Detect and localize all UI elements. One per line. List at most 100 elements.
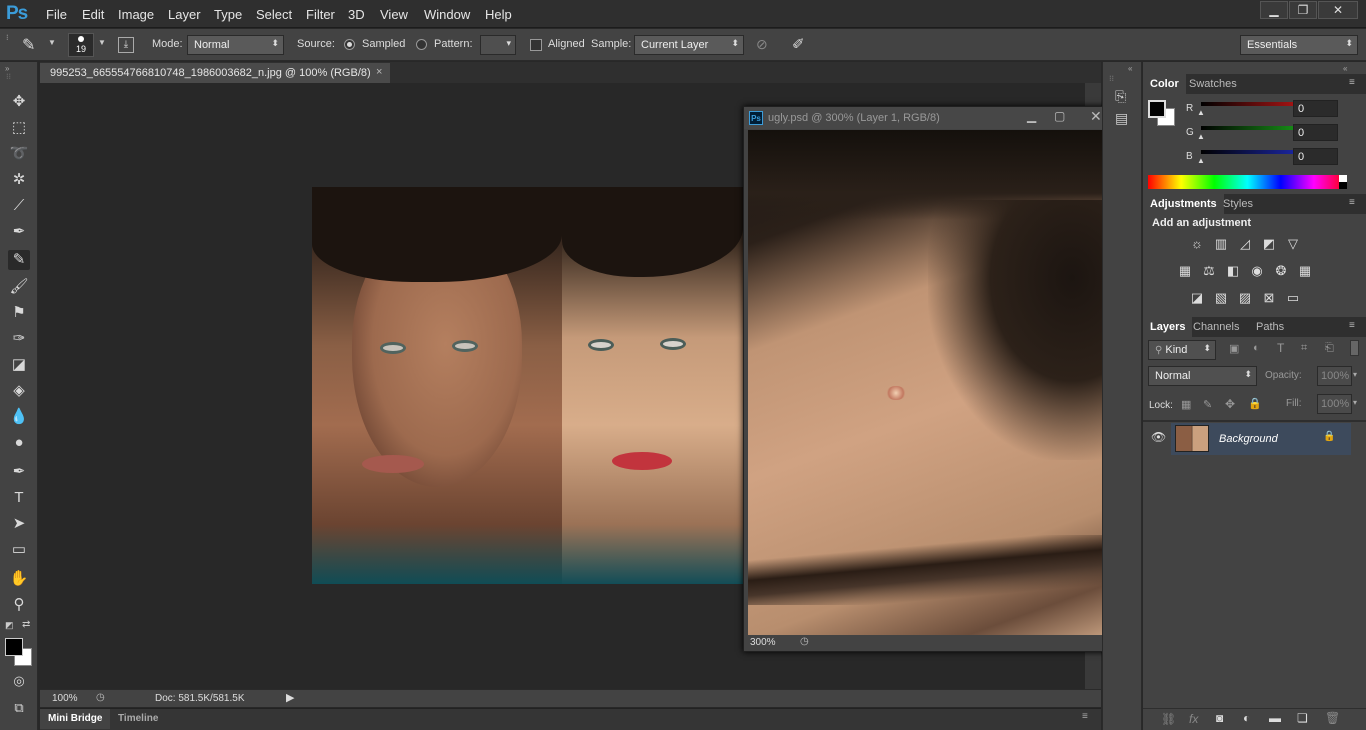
clone-stamp-tool-icon[interactable]: ⚑ <box>8 303 30 323</box>
chevron-down-icon[interactable]: ▾ <box>1353 370 1357 379</box>
slider-thumb-icon[interactable]: ▲ <box>1197 132 1205 141</box>
new-group-icon[interactable]: ▬ <box>1269 711 1281 725</box>
tab-styles[interactable]: Styles <box>1216 194 1260 214</box>
paint-bucket-tool-icon[interactable]: ◈ <box>8 381 30 401</box>
crop-tool-icon[interactable]: ⟋ <box>8 196 30 216</box>
float-maximize-icon[interactable]: ▢ <box>1054 109 1065 123</box>
status-menu-icon[interactable]: ◷ <box>800 636 809 647</box>
black-white-icon[interactable]: ◧ <box>1225 264 1241 278</box>
panel-menu-icon[interactable]: ≡ <box>1082 711 1088 722</box>
blur-tool-icon[interactable]: 💧 <box>8 407 30 427</box>
tab-swatches[interactable]: Swatches <box>1182 74 1244 94</box>
blue-value-field[interactable]: 0 <box>1293 148 1338 165</box>
move-tool-icon[interactable]: ✥ <box>8 92 30 112</box>
layer-name[interactable]: Background <box>1219 433 1278 445</box>
visibility-eye-icon[interactable]: 👁 <box>1151 430 1166 444</box>
play-arrow-icon[interactable]: ▶ <box>286 691 294 704</box>
collapse-icon[interactable]: « <box>1128 64 1132 73</box>
adjustment-layer-icon[interactable]: ◐ <box>1243 711 1250 725</box>
filter-pixel-icon[interactable]: ▣ <box>1229 342 1239 355</box>
dodge-tool-icon[interactable]: ● <box>8 433 30 453</box>
lock-image-icon[interactable]: ✎ <box>1203 398 1212 411</box>
eyedropper-tool-icon[interactable]: ✒ <box>8 222 30 242</box>
menu-view[interactable]: View <box>380 7 408 22</box>
opacity-field[interactable]: 100% <box>1317 366 1352 386</box>
lock-position-icon[interactable]: ✥ <box>1225 397 1235 411</box>
foreground-color-swatch[interactable] <box>1148 100 1166 118</box>
sample-select[interactable]: Current Layer ⬍ <box>634 35 744 55</box>
filter-shape-icon[interactable]: ⌗ <box>1301 342 1307 355</box>
layer-row[interactable]: 👁 Background 🔒 <box>1143 422 1366 456</box>
hue-saturation-icon[interactable]: ▦ <box>1177 264 1193 278</box>
default-colors-icon[interactable]: ◩ <box>5 620 14 631</box>
posterize-icon[interactable]: ▧ <box>1213 291 1229 305</box>
close-button[interactable]: ✕ <box>1318 1 1358 19</box>
brush-preset-picker[interactable]: 19 <box>68 33 94 57</box>
history-brush-tool-icon[interactable]: ✑ <box>8 329 30 349</box>
collapse-icon[interactable]: « <box>1343 64 1347 73</box>
properties-panel-icon[interactable]: ▤ <box>1115 110 1128 127</box>
floating-zoom-value[interactable]: 300% <box>750 637 776 648</box>
pressure-size-icon[interactable]: ✐ <box>792 35 805 53</box>
floating-document-window[interactable]: Ps ugly.psd @ 300% (Layer 1, RGB/8) ▁ ▢ … <box>743 106 1127 652</box>
type-tool-icon[interactable]: T <box>8 488 30 508</box>
layer-filter-select[interactable]: ⚲ Kind ⬍ <box>1148 340 1216 360</box>
menu-window[interactable]: Window <box>424 7 470 22</box>
zoomed-canvas[interactable] <box>748 130 1108 635</box>
tab-timeline[interactable]: Timeline <box>118 713 158 724</box>
filter-type-icon[interactable]: T <box>1277 341 1284 355</box>
lock-transparent-icon[interactable]: ▦ <box>1181 398 1191 411</box>
photo-filter-icon[interactable]: ◉ <box>1249 264 1265 278</box>
color-lookup-icon[interactable]: ▦ <box>1297 264 1313 278</box>
menu-help[interactable]: Help <box>485 7 512 22</box>
close-tab-icon[interactable]: × <box>376 66 382 78</box>
magic-wand-tool-icon[interactable]: ✲ <box>8 170 30 190</box>
levels-icon[interactable]: ▥ <box>1213 237 1229 251</box>
rectangle-tool-icon[interactable]: ▭ <box>8 540 30 560</box>
workspace-select[interactable]: Essentials ⬍ <box>1240 35 1358 55</box>
lasso-tool-icon[interactable]: ➰ <box>8 144 30 164</box>
channel-mixer-icon[interactable]: ❂ <box>1273 264 1289 278</box>
filter-smart-object-icon[interactable]: ⎗ <box>1325 342 1334 355</box>
vibrance-icon[interactable]: ▽ <box>1285 237 1301 251</box>
color-spectrum-bar[interactable] <box>1148 175 1347 189</box>
panel-menu-icon[interactable]: ≡ <box>1349 77 1355 88</box>
chevron-down-icon[interactable]: ▾ <box>1353 398 1357 407</box>
brush-tool-icon[interactable]: 🖌 <box>8 277 30 297</box>
menu-edit[interactable]: Edit <box>82 7 104 22</box>
zoom-value[interactable]: 100% <box>52 693 78 704</box>
tab-color[interactable]: Color <box>1143 74 1186 94</box>
spot-healing-tool-icon[interactable]: ✎ <box>8 250 30 270</box>
menu-image[interactable]: Image <box>118 7 154 22</box>
add-mask-icon[interactable]: ◙ <box>1216 711 1223 725</box>
panel-menu-icon[interactable]: ≡ <box>1349 197 1355 208</box>
minimize-button[interactable]: ▁ <box>1260 1 1288 19</box>
tab-mini-bridge[interactable]: Mini Bridge <box>40 709 111 729</box>
tab-adjustments[interactable]: Adjustments <box>1143 194 1224 214</box>
screen-mode-icon[interactable]: ⧉ <box>8 698 30 718</box>
source-pattern-radio[interactable] <box>416 39 427 50</box>
slider-thumb-icon[interactable]: ▲ <box>1197 156 1205 165</box>
filter-toggle[interactable] <box>1350 340 1359 356</box>
menu-3d[interactable]: 3D <box>348 7 365 22</box>
hand-tool-icon[interactable]: ✋ <box>8 569 30 589</box>
document-tab[interactable]: 995253_665554766810748_1986003682_n.jpg … <box>40 63 390 83</box>
menu-filter[interactable]: Filter <box>306 7 335 22</box>
spot-healing-brush-icon[interactable]: ✎ <box>22 35 35 55</box>
swap-colors-icon[interactable]: ⇄ <box>22 619 30 630</box>
red-value-field[interactable]: 0 <box>1293 100 1338 117</box>
spectrum-black-swatch[interactable] <box>1339 182 1347 189</box>
restore-button[interactable]: ❐ <box>1289 1 1317 19</box>
brush-panel-toggle-icon[interactable]: ⤓ <box>118 37 134 53</box>
lock-all-icon[interactable]: 🔒 <box>1248 397 1262 410</box>
brightness-contrast-icon[interactable]: ☼ <box>1189 237 1205 251</box>
foreground-color-swatch[interactable] <box>5 638 23 656</box>
tab-channels[interactable]: Channels <box>1186 317 1246 337</box>
green-value-field[interactable]: 0 <box>1293 124 1338 141</box>
trash-icon[interactable]: 🗑 <box>1325 711 1340 725</box>
float-close-icon[interactable]: ✕ <box>1090 108 1102 125</box>
pattern-picker[interactable]: ▾ <box>480 35 516 55</box>
fx-icon[interactable]: fx <box>1189 712 1198 726</box>
path-selection-tool-icon[interactable]: ➤ <box>8 514 30 534</box>
eraser-tool-icon[interactable]: ◪ <box>8 355 30 375</box>
